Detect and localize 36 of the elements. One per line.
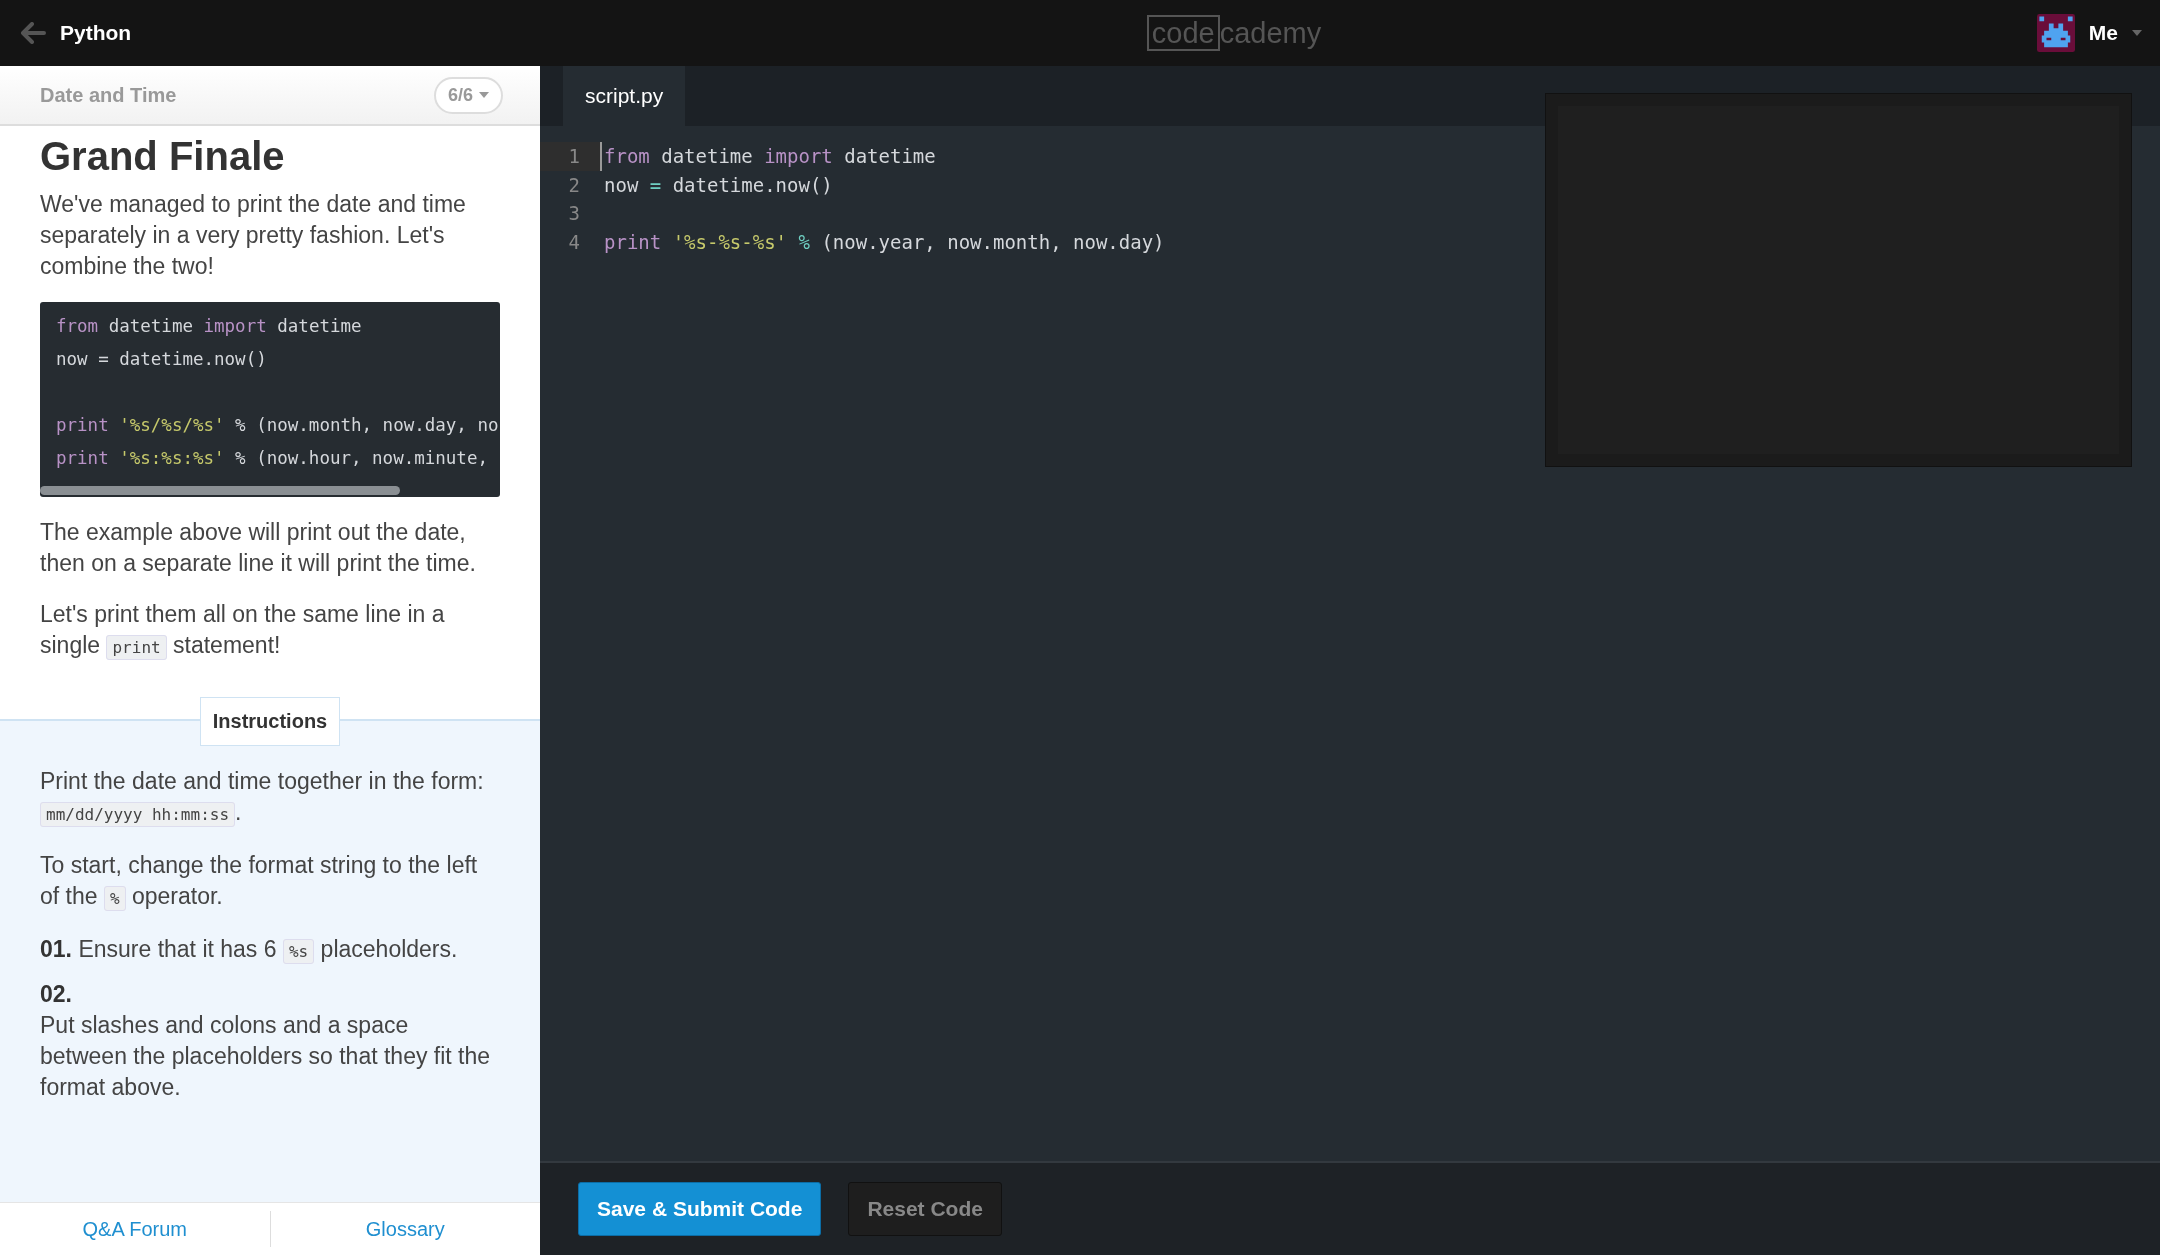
instruction-paragraph: Print the date and time together in the form: mm/dd/yyyy hh:mm:ss . bbox=[40, 767, 485, 829]
lesson-paragraph: We've managed to print the date and time separately in a very pretty fashion. Let's combine the two! bbox=[40, 190, 467, 281]
code-line: print '%s-%s-%s' % (now.year, now.month, now.day) bbox=[603, 229, 1165, 255]
code-line: print '%s:%s:%s' % (now.hour, now.minute, bbox=[56, 447, 488, 470]
lesson-paragraph: Let's print them all on the same line in a single print statement! bbox=[40, 600, 446, 662]
submit-button[interactable]: Save & Submit Code bbox=[578, 1182, 822, 1236]
back-arrow-icon bbox=[20, 22, 46, 44]
step-number: 02. bbox=[40, 980, 73, 1009]
code-line: now = datetime.now() bbox=[56, 348, 267, 371]
line-number: 2 bbox=[567, 172, 581, 198]
avatar-icon bbox=[2036, 14, 2075, 52]
footer-link[interactable]: Q&A Forum bbox=[0, 1211, 270, 1247]
instructions-label: Instructions bbox=[199, 697, 341, 746]
line-number: 1 bbox=[540, 142, 600, 171]
code-line: print '%s/%s/%s' % (now.month, now.day, no bbox=[56, 414, 499, 437]
step-text: 01. Ensure that it has 6 %s placeholders. bbox=[40, 935, 459, 966]
line-number: 4 bbox=[567, 229, 581, 255]
code-line: from datetime import datetime bbox=[56, 315, 362, 338]
step-text: Put slashes and colons and a space between the placeholders so that they fit the format above. bbox=[40, 1011, 492, 1102]
code-editor[interactable]: script.py 1 from datetime import datetime 2 now = datetime.now() 3 4 print '%s-%s-%s' % (now.year, now.month, now.day) Save & Submit Code Reset Code bbox=[540, 66, 2160, 1255]
user-menu[interactable]: Me bbox=[2036, 14, 2142, 52]
caret-icon bbox=[479, 92, 489, 98]
lesson-header-title: Date and Time bbox=[40, 83, 177, 107]
code-line: from datetime import datetime bbox=[600, 142, 936, 171]
line-number: 3 bbox=[567, 201, 581, 226]
back-link[interactable]: Python bbox=[20, 21, 132, 45]
logo: code cademy bbox=[1144, 15, 1324, 51]
lesson-title: Grand Finale bbox=[40, 134, 286, 179]
lesson-paragraph: The example above will print out the date, then on a separate line it will print the time. bbox=[40, 518, 477, 578]
instruction-paragraph: To start, change the format string to the left of the % operator. bbox=[40, 851, 479, 913]
caret-icon bbox=[2132, 30, 2142, 36]
scrollbar[interactable] bbox=[40, 486, 400, 495]
file-tab[interactable]: script.py bbox=[563, 66, 686, 126]
progress-dropdown[interactable]: 6/6 bbox=[433, 76, 503, 114]
code-line: now = datetime.now() bbox=[603, 172, 833, 198]
reset-button[interactable]: Reset Code bbox=[848, 1182, 1002, 1236]
